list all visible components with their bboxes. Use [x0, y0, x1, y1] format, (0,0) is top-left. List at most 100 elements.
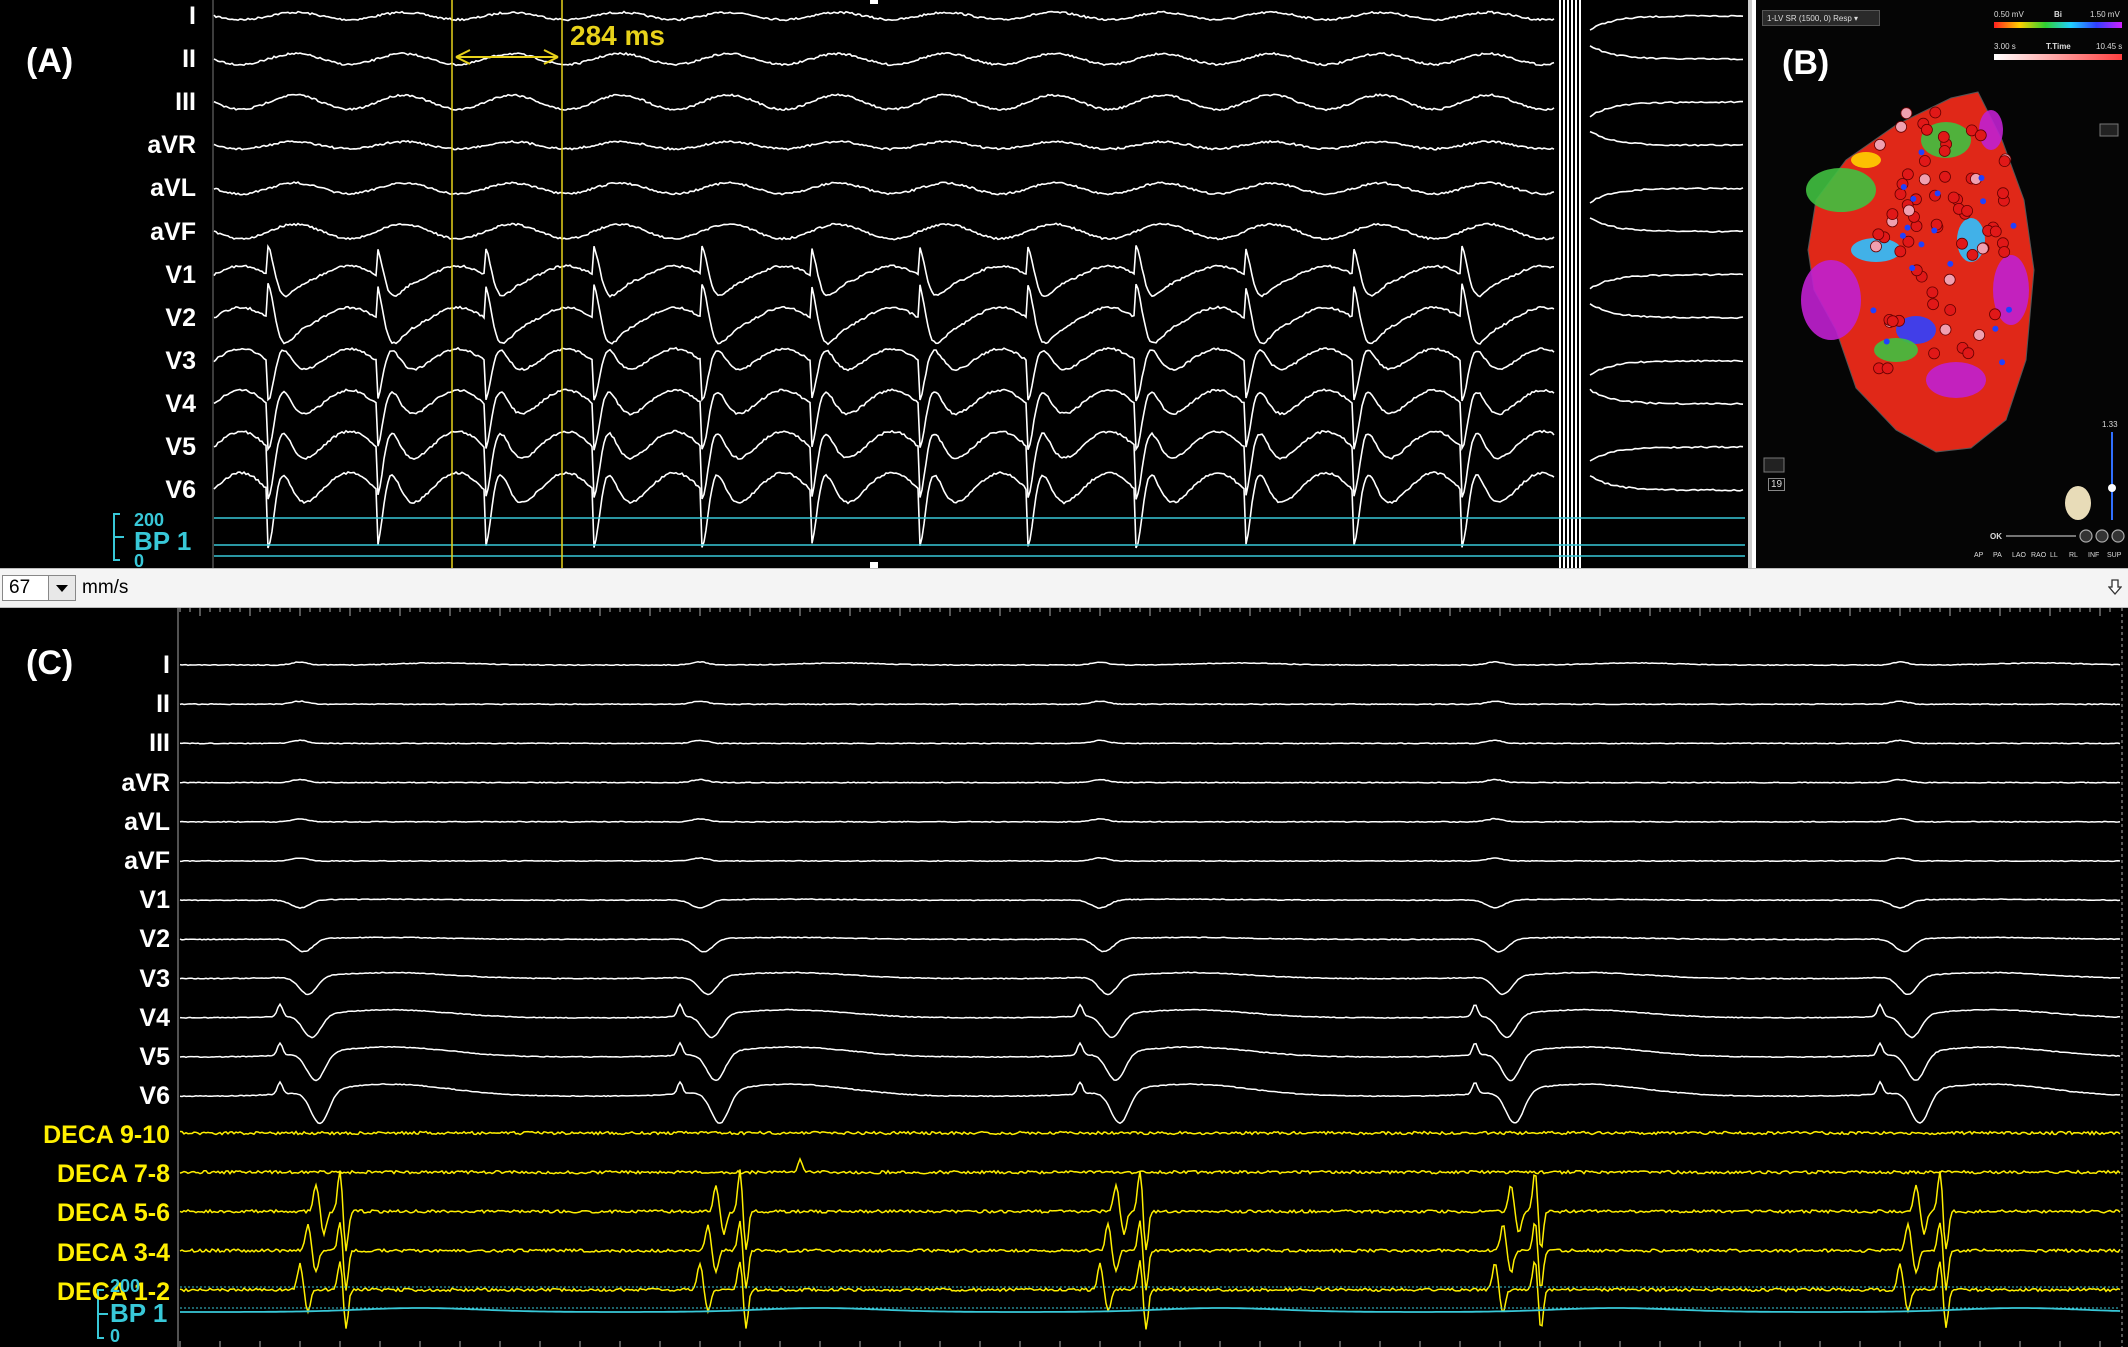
- panel-c-ecg-tracing: (C) I II III aVR aVL aVF V1 V2 V3 V4 V5 V6 DECA 9-10…: [0, 608, 2128, 1347]
- panel-a-trace-2: [213, 93, 1555, 112]
- map-color-patch-2: [1926, 362, 1986, 398]
- ablation-point: [1870, 240, 1882, 253]
- view-button[interactable]: RL: [2069, 552, 2078, 559]
- ablation-point: [1926, 286, 1939, 299]
- ablation-point: [1937, 130, 1950, 143]
- sweep-speed-value: 67: [9, 577, 31, 598]
- ablation-point: [1900, 107, 1913, 120]
- panel-a-trace-5: [213, 222, 1555, 241]
- map-color-patch-1: [1801, 260, 1861, 340]
- ablation-point: [1928, 347, 1941, 360]
- ablation-point: [1966, 248, 1979, 261]
- panel-c-lead-label: I: [163, 651, 170, 679]
- panel-c-lead-label: II: [156, 690, 170, 719]
- time-max-value: 10.45 s: [2096, 42, 2123, 51]
- ablation-point: [1944, 304, 1957, 316]
- panel-c-trace-0: [179, 660, 2121, 667]
- bp-scale-bracket-a: [113, 513, 124, 561]
- view-button[interactable]: SUP: [2107, 552, 2121, 559]
- mapping-point: [1918, 149, 1925, 156]
- voltage-max-value: 1.50 mV: [2090, 10, 2120, 19]
- ablation-point: [1872, 228, 1885, 241]
- mapping-point: [1934, 190, 1941, 197]
- mapping-point: [1909, 265, 1916, 271]
- view-control-icon-2: [2111, 529, 2125, 543]
- ablation-point: [1874, 138, 1886, 151]
- panel-c-lead-label: V4: [139, 1003, 170, 1032]
- panel-c-trace-7: [179, 936, 2121, 953]
- view-button[interactable]: RAO: [2031, 552, 2046, 559]
- panel-a-trace-tail-3: [1589, 130, 1744, 147]
- panel-a-trace-tail-7: [1589, 303, 1744, 320]
- panel-a-lead-label: V2: [165, 303, 196, 332]
- time-mode: T.Time: [2046, 42, 2071, 51]
- mapping-point: [2010, 222, 2017, 229]
- ablation-point: [1976, 242, 1989, 255]
- panel-c-trace-11: [179, 1080, 2121, 1125]
- map-selector-dropdown[interactable]: 1-LV SR (1500, 0) Resp ▾: [1762, 10, 1880, 26]
- view-control-icon-0: [2079, 529, 2093, 543]
- ablation-point: [1903, 204, 1915, 217]
- sweep-speed-unit: mm/s: [82, 577, 129, 598]
- chevron-down-icon[interactable]: [48, 576, 75, 600]
- ablation-point: [1894, 188, 1907, 201]
- panel-b-3d-map: (B) 1-LV SR (1500, 0) Resp ▾ 0.50 mV Bi …: [1756, 0, 2128, 568]
- mapping-point: [1899, 232, 1906, 239]
- ablation-point: [1947, 191, 1960, 204]
- ablation-point: [1895, 120, 1908, 133]
- view-button[interactable]: LL: [2050, 552, 2058, 559]
- ablation-point: [1939, 323, 1952, 336]
- panel-c-deca-trace-1: [179, 1157, 2121, 1175]
- ok-label[interactable]: OK: [1990, 532, 2002, 541]
- panel-a-trace-9: [213, 388, 1555, 452]
- panel-c-trace-1: [179, 700, 2121, 706]
- top-scroll-marker: [870, 0, 878, 4]
- lv-voltage-map[interactable]: [1756, 0, 2128, 568]
- view-button[interactable]: LAO: [2012, 552, 2026, 559]
- panel-a-trace-tail-6: [1589, 273, 1744, 290]
- panel-c-deca-label: DECA 5-6: [57, 1199, 170, 1228]
- zoom-slider-thumb: [2108, 484, 2116, 492]
- mapping-point: [1883, 338, 1890, 345]
- panel-a-trace-tail-10: [1589, 445, 1744, 462]
- view-button[interactable]: AP: [1974, 552, 1983, 559]
- ablation-point: [1943, 273, 1956, 286]
- panel-c-lead-label: aVL: [124, 807, 170, 836]
- panel-a-trace-6: [213, 243, 1554, 298]
- panel-a-lead-label: aVF: [150, 217, 196, 246]
- point-count-badge: 19: [1768, 478, 1786, 491]
- ablation-point: [1998, 246, 2011, 258]
- view-button[interactable]: INF: [2088, 552, 2099, 559]
- voltage-min-value: 0.50 mV: [1994, 10, 2024, 19]
- panel-c-trace-8: [179, 971, 2121, 996]
- ablation-point: [1894, 245, 1907, 258]
- panel-a-lead-label: aVL: [150, 174, 196, 203]
- ablation-point: [1901, 168, 1914, 181]
- panel-c-deca-label: DECA 7-8: [57, 1160, 170, 1189]
- mapping-point: [1900, 184, 1907, 190]
- time-min-value: 3.00 s: [1994, 42, 2016, 51]
- mapping-point: [1870, 307, 1877, 314]
- mapping-point: [1947, 260, 1954, 267]
- panel-c-deca-trace-0: [179, 1130, 2121, 1136]
- panel-c-deca-label: DECA 9-10: [43, 1121, 170, 1149]
- panel-c-lead-label: V1: [139, 886, 170, 915]
- map-color-patch-9: [1874, 338, 1918, 362]
- panel-a-trace-tail-2: [1589, 100, 1743, 118]
- ablation-point: [1989, 308, 2001, 321]
- mapping-point: [1999, 359, 2006, 366]
- panel-a-trace-tail-5: [1589, 217, 1744, 234]
- scroll-down-icon[interactable]: [2108, 579, 2122, 595]
- panel-c-trace-9: [179, 1002, 2121, 1039]
- view-button[interactable]: PA: [1993, 552, 2002, 559]
- map-color-patch-6: [1851, 152, 1881, 168]
- panel-a-lead-label: II: [182, 45, 196, 74]
- bp-scale-min-c: 0: [110, 1326, 121, 1346]
- panel-a-lead-label: V4: [165, 389, 196, 418]
- ablation-point: [1989, 225, 2002, 238]
- panel-a-lead-label: I: [189, 2, 196, 30]
- sweep-speed-select[interactable]: 67: [2, 575, 76, 601]
- ablation-point: [1881, 362, 1894, 375]
- ablation-point: [1956, 237, 1968, 250]
- panel-c-lead-label: V5: [139, 1043, 170, 1071]
